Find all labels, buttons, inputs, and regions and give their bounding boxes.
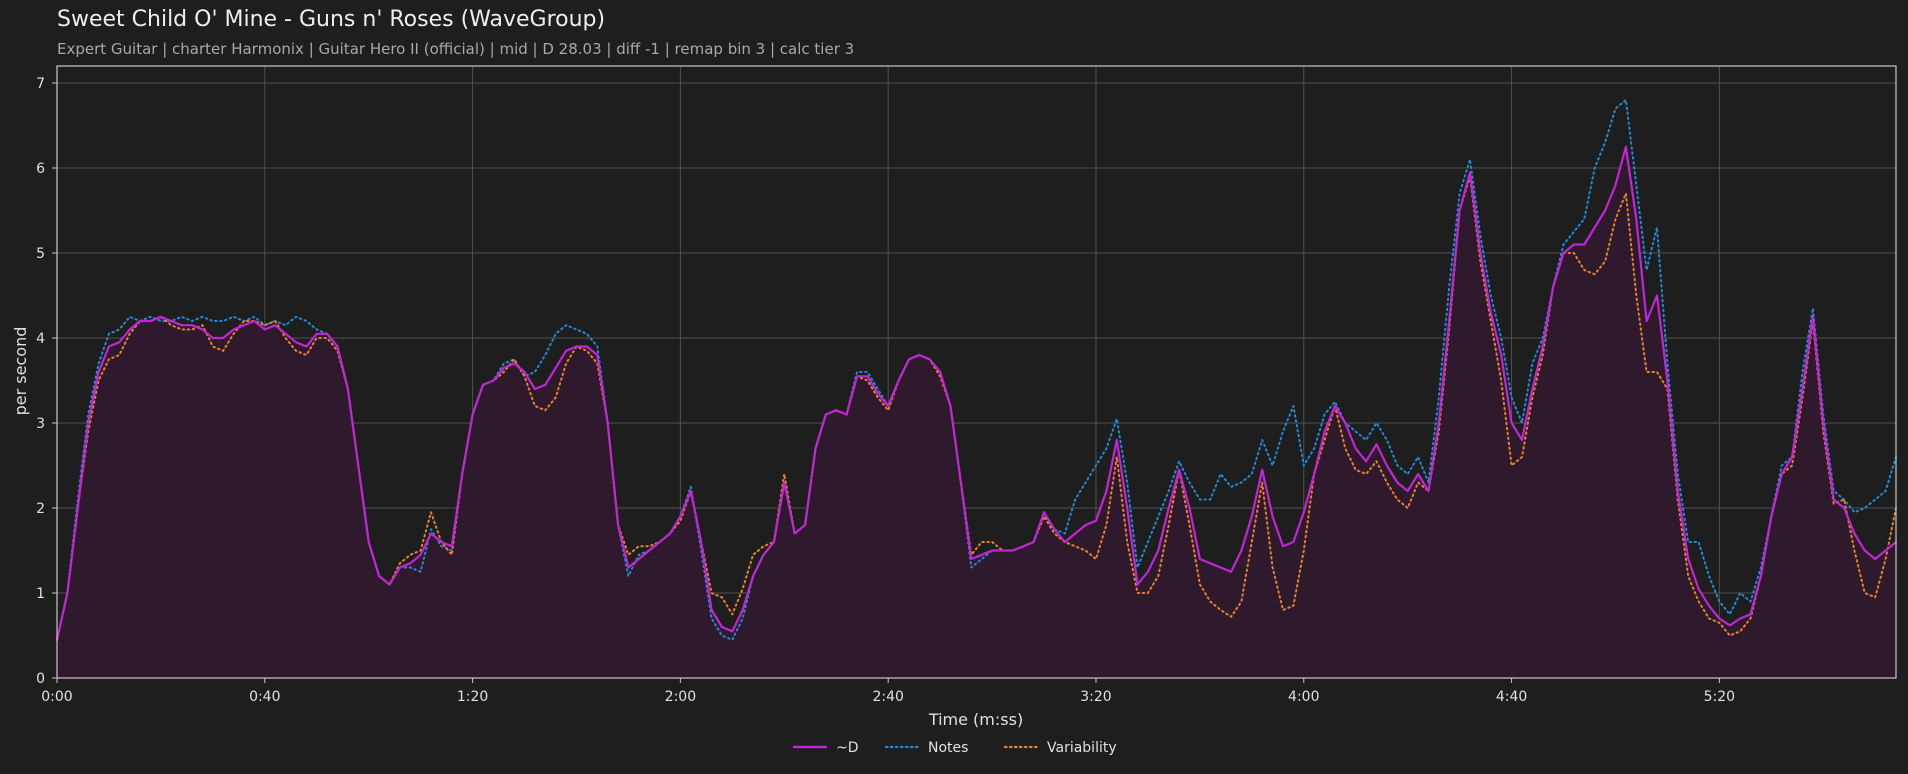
x-tick-label: 2:00 <box>665 689 696 705</box>
line-chart: 0:00 0:40 1:20 2:00 2:40 3:20 4:00 4:40 5:20 0 1 2 3… <box>11 65 1898 756</box>
x-tick-label: 2:40 <box>872 689 903 705</box>
x-tick-label: 0:00 <box>41 689 72 705</box>
x-tick-label: 3:20 <box>1080 689 1111 705</box>
x-tick-label: 4:00 <box>1288 689 1319 705</box>
legend: ~D Notes Variability <box>792 740 1117 756</box>
x-tick-label: 5:20 <box>1704 689 1735 705</box>
page: Sweet Child O' Mine - Guns n' Roses (Wav… <box>0 0 1908 774</box>
legend-label: ~D <box>836 740 859 756</box>
fill-layer <box>57 146 1896 679</box>
y-tick-label: 1 <box>36 586 45 602</box>
y-tick-label: 7 <box>36 76 45 92</box>
x-tick-label: 0:40 <box>249 689 280 705</box>
y-tick-label: 5 <box>36 246 45 262</box>
y-tick-label: 0 <box>36 671 45 687</box>
y-tick-label: 4 <box>36 331 45 347</box>
series-fill-area <box>57 146 1896 679</box>
x-tick-label: 4:40 <box>1496 689 1527 705</box>
x-tick-label: 1:20 <box>457 689 488 705</box>
x-axis-label: Time (m:ss) <box>928 710 1023 729</box>
y-tick-label: 2 <box>36 501 45 517</box>
legend-label: Notes <box>928 740 968 756</box>
legend-label: Variability <box>1047 740 1117 756</box>
y-tick-label: 6 <box>36 161 45 177</box>
y-tick-label: 3 <box>36 416 45 432</box>
y-axis-label: per second <box>11 327 30 416</box>
